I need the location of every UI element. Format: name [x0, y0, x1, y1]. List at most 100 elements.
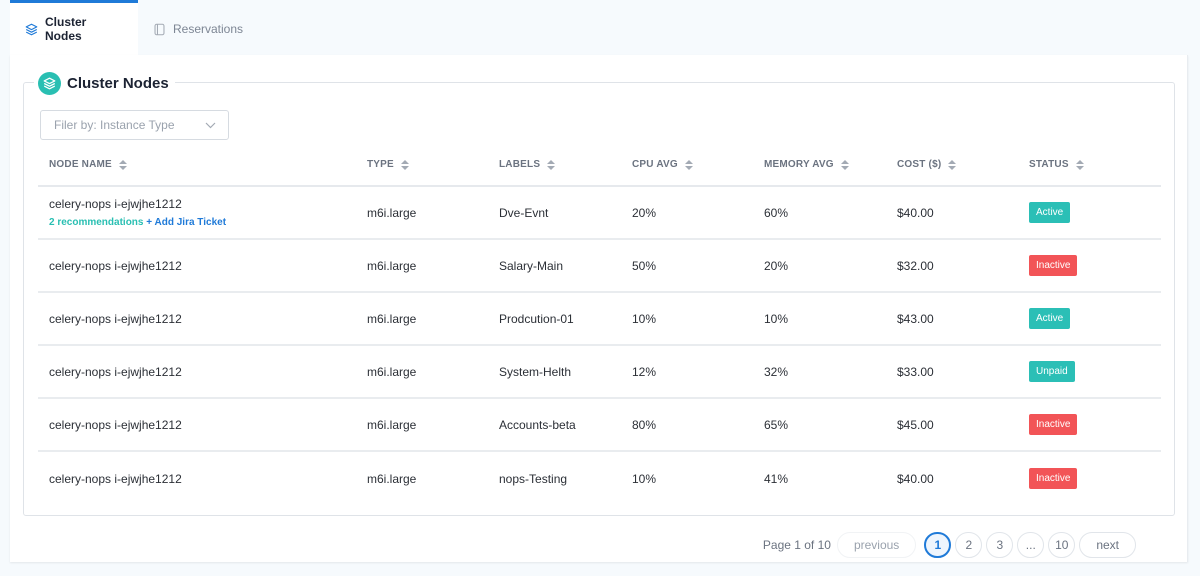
column-label: LABELS: [499, 159, 541, 170]
layers-icon: [25, 23, 38, 36]
column-header-status[interactable]: STATUS: [1029, 159, 1149, 170]
node-name: celery-nops i-ejwjhe1212: [49, 364, 182, 379]
column-header-cost[interactable]: COST ($): [897, 159, 1029, 170]
cpu-avg-cell: 50%: [632, 258, 657, 273]
book-icon: [153, 23, 166, 36]
page-info: Page 1 of 10: [762, 537, 831, 552]
tab-label: Cluster Nodes: [45, 15, 87, 43]
pagination: Page 1 of 10 previous 1 2 3... 10 next: [756, 531, 1144, 558]
cpu-avg-cell: 20%: [632, 205, 657, 220]
label-cell: nops-Testing: [499, 471, 568, 486]
node-name-cell: celery-nops i-ejwjhe1212: [38, 312, 367, 326]
next-page-button[interactable]: next: [1079, 531, 1136, 558]
status-cell: Inactive: [1029, 468, 1149, 489]
tab-bar: Cluster Nodes Reservations: [10, 0, 1188, 55]
node-name: celery-nops i-ejwjhe1212: [49, 471, 182, 486]
table-row[interactable]: celery-nops i-ejwjhe1212 m6i.large Account…: [38, 399, 1161, 452]
label-cell: Dve-Evnt: [499, 205, 549, 220]
node-name-cell: celery-nops i-ejwjhe1212 2 recommendation…: [38, 197, 367, 228]
sort-icon: [400, 159, 409, 170]
layers-icon: [38, 71, 61, 95]
label-cell: Prodcution-01: [499, 311, 574, 326]
column-label: COST ($): [897, 159, 942, 170]
status-badge: Active: [1029, 308, 1071, 329]
cost-cell: $43.00: [897, 311, 934, 326]
page-numbers: 1 2 3... 10: [924, 531, 1076, 558]
type-cell: m6i.large: [367, 417, 417, 432]
type-cell: m6i.large: [367, 311, 417, 326]
table-row[interactable]: celery-nops i-ejwjhe1212 2 recommendation…: [38, 187, 1161, 240]
column-label: CPU AVG: [632, 159, 678, 170]
column-label: STATUS: [1029, 159, 1069, 170]
sort-icon: [1075, 159, 1084, 170]
nodes-table: NODE NAME TYPE LABELS CPU AVG MEMORY AVG…: [38, 144, 1161, 505]
cpu-avg-cell: 12%: [632, 364, 657, 379]
column-header-memory-avg[interactable]: MEMORY AVG: [764, 159, 897, 170]
cost-cell: $40.00: [897, 471, 934, 486]
add-jira-ticket-link[interactable]: + Add Jira Ticket: [146, 217, 226, 228]
previous-page-button[interactable]: previous: [836, 531, 917, 558]
tab-reservations[interactable]: Reservations: [138, 0, 258, 55]
column-label: MEMORY AVG: [764, 159, 834, 170]
page-button-3[interactable]: 3: [986, 531, 1014, 558]
row-actions: 2 recommendations + Add Jira Ticket: [49, 217, 367, 228]
instance-type-filter[interactable]: Filer by: Instance Type: [40, 110, 229, 140]
memory-avg-cell: 10%: [764, 311, 789, 326]
section-header: Cluster Nodes: [34, 70, 175, 96]
node-name-cell: celery-nops i-ejwjhe1212: [38, 259, 367, 273]
page-button-1[interactable]: 1: [924, 531, 952, 558]
cpu-avg-cell: 80%: [632, 417, 657, 432]
page-button-10[interactable]: 10: [1048, 531, 1076, 558]
section-title: Cluster Nodes: [67, 74, 169, 92]
node-name-cell: celery-nops i-ejwjhe1212: [38, 418, 367, 432]
label-cell: Accounts-beta: [499, 417, 576, 432]
node-name-cell: celery-nops i-ejwjhe1212: [38, 365, 367, 379]
column-header-cpu-avg[interactable]: CPU AVG: [632, 159, 764, 170]
label-cell: System-Helth: [499, 364, 572, 379]
tab-cluster-nodes[interactable]: Cluster Nodes: [10, 0, 138, 55]
sort-icon: [684, 159, 693, 170]
page-button-2[interactable]: 2: [955, 531, 983, 558]
sort-icon: [118, 159, 127, 170]
sort-icon: [948, 159, 957, 170]
status-badge: Active: [1029, 202, 1071, 223]
table-header: NODE NAME TYPE LABELS CPU AVG MEMORY AVG…: [38, 144, 1161, 187]
type-cell: m6i.large: [367, 205, 417, 220]
type-cell: m6i.large: [367, 471, 417, 486]
status-cell: Unpaid: [1029, 361, 1149, 382]
tab-label: Reservations: [173, 22, 244, 36]
table-row[interactable]: celery-nops i-ejwjhe1212 m6i.large System-…: [38, 346, 1161, 399]
label-cell: Salary-Main: [499, 258, 564, 273]
status-cell: Inactive: [1029, 414, 1149, 435]
recommendations-link[interactable]: 2 recommendations: [49, 217, 143, 228]
memory-avg-cell: 60%: [764, 205, 789, 220]
memory-avg-cell: 65%: [764, 417, 789, 432]
table-row[interactable]: celery-nops i-ejwjhe1212 m6i.large Salary-…: [38, 240, 1161, 293]
node-name: celery-nops i-ejwjhe1212: [49, 417, 182, 432]
memory-avg-cell: 20%: [764, 258, 789, 273]
type-cell: m6i.large: [367, 258, 417, 273]
chevron-down-icon: [205, 118, 216, 132]
column-header-labels[interactable]: LABELS: [499, 159, 632, 170]
cpu-avg-cell: 10%: [632, 471, 657, 486]
status-badge: Unpaid: [1029, 361, 1075, 382]
table-row[interactable]: celery-nops i-ejwjhe1212 m6i.large Prodcut…: [38, 293, 1161, 346]
column-header-type[interactable]: TYPE: [367, 159, 499, 170]
node-name-cell: celery-nops i-ejwjhe1212: [38, 472, 367, 486]
table-row[interactable]: celery-nops i-ejwjhe1212 m6i.large nops-Te…: [38, 452, 1161, 505]
status-cell: Active: [1029, 308, 1149, 329]
content-panel: Cluster Nodes Filer by: Instance Type NO…: [10, 55, 1188, 562]
memory-avg-cell: 41%: [764, 471, 789, 486]
column-header-node-name[interactable]: NODE NAME: [38, 159, 367, 170]
cluster-nodes-card: Cluster Nodes Filer by: Instance Type NO…: [23, 70, 1175, 558]
cost-cell: $33.00: [897, 364, 934, 379]
node-name: celery-nops i-ejwjhe1212: [49, 197, 182, 211]
memory-avg-cell: 32%: [764, 364, 789, 379]
status-cell: Active: [1029, 202, 1149, 223]
page-ellipsis-button[interactable]: ...: [1017, 531, 1045, 558]
status-badge: Inactive: [1029, 468, 1078, 489]
status-badge: Inactive: [1029, 414, 1078, 435]
cost-cell: $45.00: [897, 417, 934, 432]
sort-icon: [547, 159, 556, 170]
cost-cell: $32.00: [897, 258, 934, 273]
